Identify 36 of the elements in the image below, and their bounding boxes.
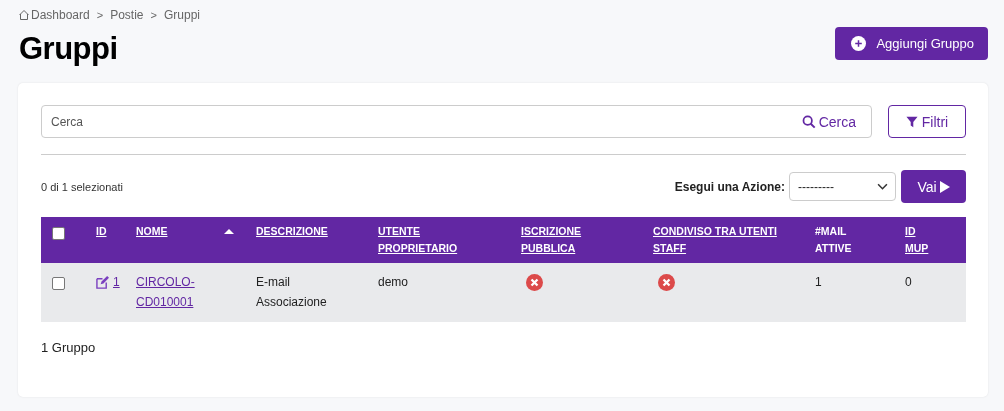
- column-header-link[interactable]: ID: [96, 223, 107, 240]
- column-header: #MAIL ATTIVE: [815, 224, 852, 256]
- breadcrumb-link[interactable]: Gruppi: [163, 8, 200, 22]
- table-cell-text: E-mail Associazione: [256, 274, 328, 311]
- column-header-link[interactable]: NOME: [136, 223, 168, 240]
- filter-button[interactable]: Filtri: [888, 105, 966, 138]
- id-link[interactable]: 1: [113, 272, 120, 292]
- column-header-link[interactable]: DESCRIZIONE: [256, 223, 328, 240]
- play-icon: [939, 180, 950, 193]
- table-cell-text: demo: [378, 274, 409, 291]
- page-title: Gruppi: [19, 31, 118, 67]
- column-header-link[interactable]: CONDIVISO TRA UTENTI STAFF: [653, 223, 793, 257]
- edit-icon[interactable]: [96, 276, 109, 289]
- column-header-link[interactable]: ID MUP: [905, 223, 929, 257]
- table-cell-text: 1: [815, 274, 822, 291]
- action-label: Esegui una Azione:: [674, 179, 785, 194]
- plus-circle-icon: [851, 36, 867, 51]
- home-icon: [18, 9, 30, 21]
- group-name-link[interactable]: CIRCOLO-CD010001: [136, 272, 206, 312]
- column-header-link[interactable]: UTENTE PROPRIETARIO: [378, 223, 458, 257]
- column-header-link[interactable]: ISCRIZIONE PUBBLICA: [521, 223, 582, 257]
- funnel-icon: [905, 115, 918, 128]
- chevron-icon: [877, 183, 888, 190]
- select-all-checkbox[interactable]: [52, 227, 65, 240]
- breadcrumb-separator: >: [96, 9, 104, 21]
- selection-count: 0 di 1 selezionati: [41, 180, 123, 193]
- add-group-button[interactable]: Aggiungi Gruppo: [835, 27, 988, 60]
- result-count: 1 Gruppo: [41, 340, 97, 355]
- breadcrumb-link[interactable]: Dashboard: [31, 8, 90, 22]
- row-checkbox[interactable]: [52, 277, 65, 290]
- action-select[interactable]: ---------: [789, 172, 896, 201]
- search-icon: [801, 114, 816, 129]
- breadcrumb-link[interactable]: Postie: [110, 8, 144, 22]
- go-button[interactable]: Vai: [901, 170, 966, 203]
- table-cell-text: 0: [905, 274, 912, 291]
- breadcrumb-separator: >: [150, 9, 157, 21]
